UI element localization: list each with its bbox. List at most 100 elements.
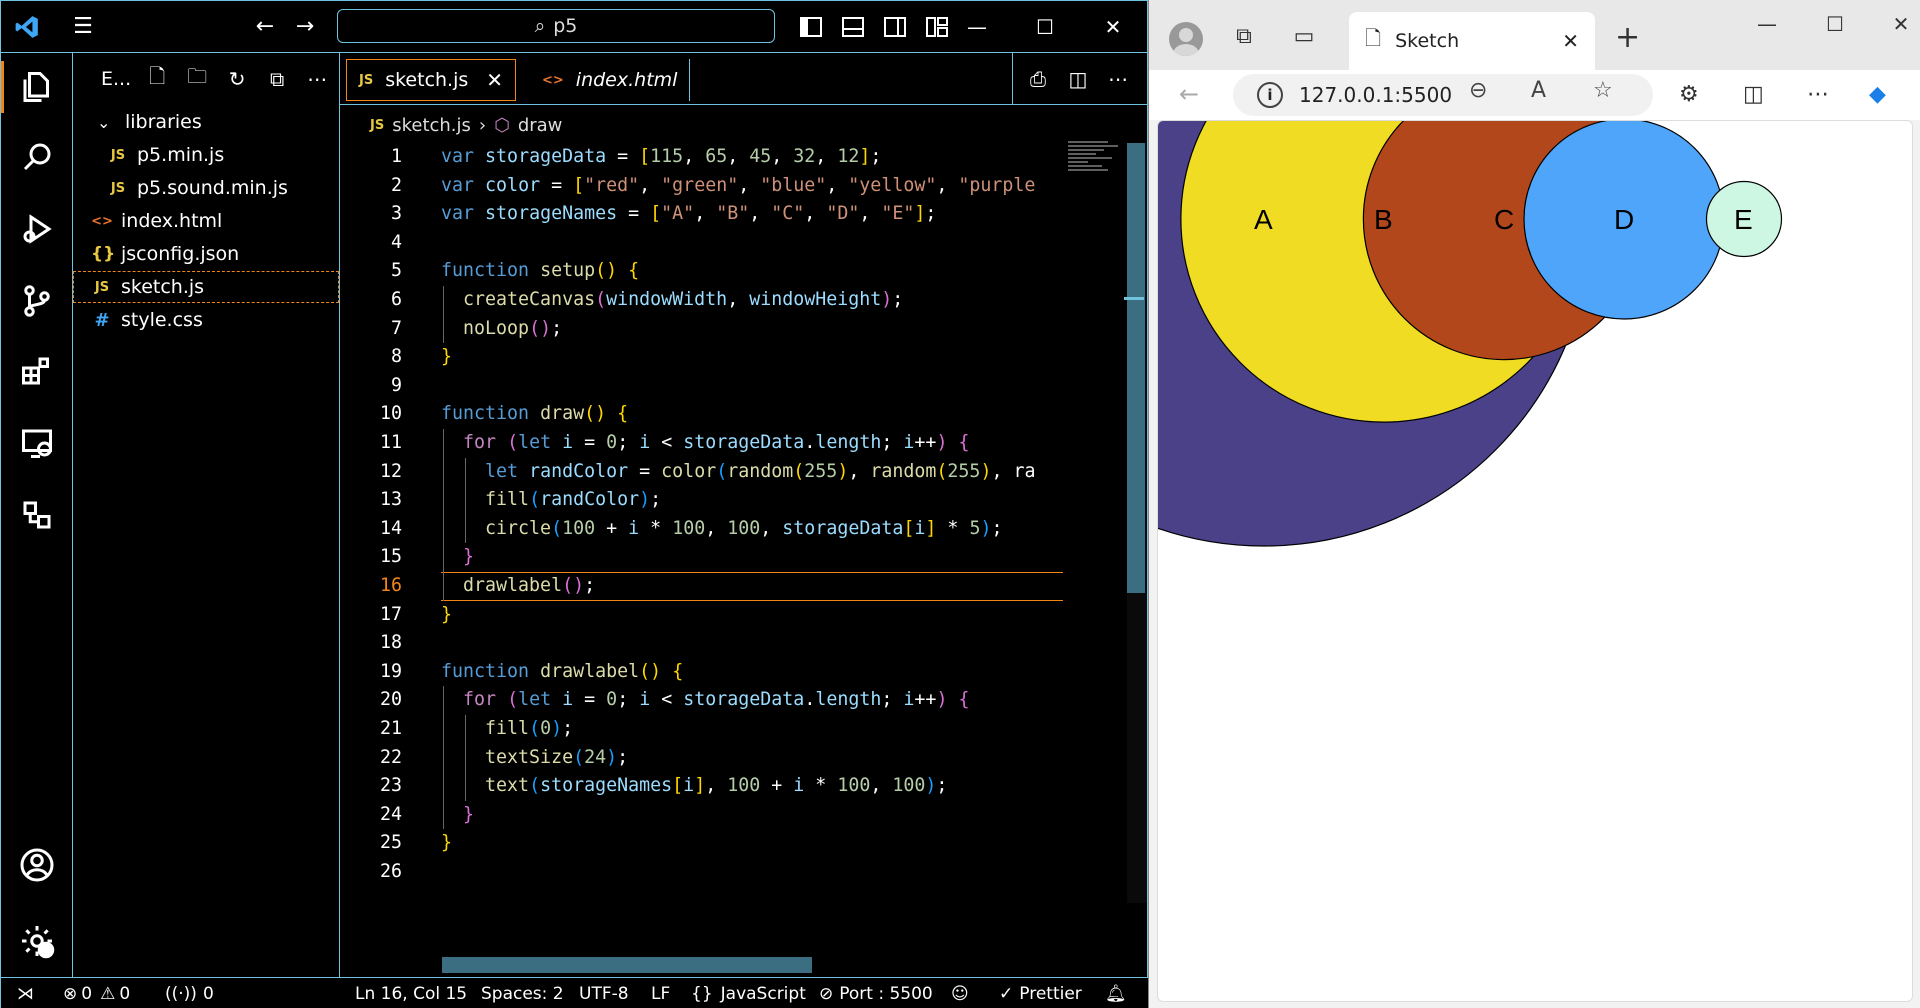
prettier-status[interactable]: ✓ Prettier: [999, 978, 1082, 1008]
tree-item-jsconfig-json[interactable]: {} jsconfig.json: [73, 238, 339, 270]
close-tab-icon[interactable]: ✕: [486, 68, 503, 92]
toggle-primary-sidebar-icon[interactable]: [791, 7, 831, 47]
horizontal-scrollbar-thumb[interactable]: [442, 957, 812, 973]
code-line[interactable]: 20 for (let i = 0; i < storageData.lengt…: [340, 686, 1130, 715]
code-line[interactable]: 10 function draw() {: [340, 400, 1130, 429]
split-screen-icon[interactable]: ◫: [1743, 82, 1764, 107]
encoding[interactable]: UTF-8: [579, 978, 629, 1008]
copilot-icon[interactable]: ◆: [1869, 82, 1886, 107]
browser-minimize-button[interactable]: —: [1747, 12, 1787, 36]
refresh-icon[interactable]: ↻: [223, 67, 251, 91]
code-line[interactable]: 9: [340, 372, 1130, 401]
explorer-icon[interactable]: [15, 65, 59, 109]
tree-folder-libraries[interactable]: ⌄ libraries: [73, 106, 339, 138]
extensions-icon[interactable]: ⚙: [1679, 82, 1699, 107]
indentation[interactable]: Spaces: 2: [481, 978, 564, 1008]
favorite-star-icon[interactable]: ☆: [1593, 78, 1613, 103]
toggle-panel-icon[interactable]: [833, 7, 873, 47]
profile-avatar[interactable]: [1169, 22, 1203, 56]
code-line[interactable]: 11 for (let i = 0; i < storageData.lengt…: [340, 429, 1130, 458]
new-file-icon[interactable]: 🗋: [143, 62, 171, 96]
code-line[interactable]: 14 circle(100 + i * 100, 100, storageDat…: [340, 514, 1130, 544]
code-line[interactable]: 26: [340, 858, 1130, 887]
read-aloud-icon[interactable]: A: [1531, 78, 1546, 103]
code-line[interactable]: 2 var color = ["red", "green", "blue", "y…: [340, 172, 1130, 201]
more-actions-icon[interactable]: ⋯: [1103, 67, 1133, 91]
ports-indicator[interactable]: ((·)) 0: [165, 978, 214, 1008]
browser-close-button[interactable]: ✕: [1881, 12, 1920, 36]
code-line[interactable]: 4: [340, 229, 1130, 258]
open-preview-icon[interactable]: ⎙: [1023, 67, 1053, 91]
code-line[interactable]: 12 let randColor = color(random(255), ra…: [340, 457, 1130, 487]
breadcrumb-symbol[interactable]: draw: [518, 115, 563, 136]
new-tab-button[interactable]: +: [1615, 20, 1640, 55]
end-of-line[interactable]: LF: [651, 978, 670, 1008]
breadcrumb-file[interactable]: sketch.js: [392, 115, 471, 136]
toggle-secondary-sidebar-icon[interactable]: [875, 7, 915, 47]
search-icon[interactable]: [15, 135, 59, 179]
run-debug-icon[interactable]: [15, 207, 59, 251]
tab-sketch-js[interactable]: JS sketch.js ✕: [346, 59, 516, 101]
close-tab-icon[interactable]: ✕: [1562, 29, 1579, 53]
account-icon[interactable]: [15, 843, 59, 887]
code-line[interactable]: 18: [340, 629, 1130, 658]
tree-item-style-css[interactable]: # style.css: [73, 304, 339, 336]
new-folder-icon[interactable]: 🗀: [183, 62, 211, 96]
more-actions-icon[interactable]: ⋯: [303, 67, 331, 91]
language-mode[interactable]: {} JavaScript: [691, 978, 806, 1008]
source-control-icon[interactable]: [15, 279, 59, 323]
notifications-bell-icon[interactable]: 🔔︎: [1105, 978, 1127, 1008]
p5-canvas[interactable]: A B C D E: [1158, 121, 1913, 1002]
zoom-out-icon[interactable]: ⊖: [1469, 78, 1487, 103]
tree-item-index-html[interactable]: <> index.html: [73, 205, 339, 237]
close-window-button[interactable]: ✕: [1079, 15, 1147, 39]
live-share-icon[interactable]: [15, 493, 59, 537]
back-arrow-icon[interactable]: ←: [1179, 80, 1199, 108]
minimize-button[interactable]: —: [943, 15, 1011, 39]
code-line[interactable]: 24 }: [340, 800, 1130, 830]
split-editor-icon[interactable]: ◫: [1063, 67, 1093, 91]
more-menu-icon[interactable]: ⋯: [1807, 82, 1829, 107]
code-line[interactable]: 15 }: [340, 543, 1130, 572]
copilot-icon[interactable]: ☺: [951, 978, 969, 1008]
tree-item-p5-sound-min-js[interactable]: JS p5.sound.min.js: [73, 172, 339, 204]
menu-icon[interactable]: ☰: [63, 7, 103, 47]
code-line[interactable]: 3 var storageNames = ["A", "B", "C", "D",…: [340, 200, 1130, 229]
browser-tab-sketch[interactable]: 🗋 Sketch ✕: [1349, 12, 1595, 70]
code-line[interactable]: 22 textSize(24);: [340, 743, 1130, 773]
back-arrow-icon[interactable]: ←: [245, 7, 285, 47]
code-line[interactable]: 17}: [340, 601, 1130, 630]
code-line[interactable]: 13 fill(randColor);: [340, 486, 1130, 515]
collapse-all-icon[interactable]: ⧉: [263, 67, 291, 91]
code-line[interactable]: 7 noLoop();: [340, 314, 1130, 344]
cursor-position[interactable]: Ln 16, Col 15: [355, 978, 467, 1008]
code-line[interactable]: 5 function setup() {: [340, 257, 1130, 286]
tab-index-html[interactable]: <> index.html: [530, 59, 690, 101]
live-server-port[interactable]: ⊘ Port : 5500: [819, 978, 933, 1008]
command-center-search[interactable]: ⌕ p5: [337, 9, 775, 43]
code-line[interactable]: 25}: [340, 829, 1130, 858]
remote-explorer-icon[interactable]: [15, 421, 59, 465]
code-editor[interactable]: 1 var storageData = [115, 65, 45, 32, 12]…: [340, 143, 1130, 903]
maximize-button[interactable]: ☐: [1011, 15, 1079, 39]
code-line[interactable]: 23 text(storageNames[i], 100 + i * 100, …: [340, 772, 1130, 801]
site-info-icon[interactable]: i: [1257, 82, 1283, 108]
vertical-scrollbar-thumb[interactable]: [1127, 143, 1145, 593]
workspaces-icon[interactable]: ⧉: [1229, 24, 1259, 54]
code-line[interactable]: 1 var storageData = [115, 65, 45, 32, 12]…: [340, 143, 1130, 172]
problems-indicator[interactable]: ⊗ 0 ⚠ 0: [63, 978, 130, 1008]
code-line[interactable]: 21 fill(0);: [340, 715, 1130, 744]
minimap[interactable]: [1068, 139, 1126, 189]
tree-item-p5-min-js[interactable]: JS p5.min.js: [73, 139, 339, 171]
forward-arrow-icon[interactable]: →: [285, 7, 325, 47]
tree-item-sketch-js[interactable]: JS sketch.js: [73, 271, 339, 303]
code-line[interactable]: 19 function drawlabel() {: [340, 658, 1130, 687]
address-bar[interactable]: i 127.0.0.1:5500: [1233, 74, 1653, 116]
manage-gear-icon[interactable]: [15, 919, 59, 963]
code-line[interactable]: 16 drawlabel();: [340, 572, 1130, 601]
code-line[interactable]: 6 createCanvas(windowWidth, windowHeight…: [340, 286, 1130, 315]
code-line[interactable]: 8}: [340, 343, 1130, 372]
extensions-icon[interactable]: [15, 349, 59, 393]
remote-indicator[interactable]: ⋊: [17, 978, 34, 1008]
browser-maximize-button[interactable]: ☐: [1815, 12, 1855, 36]
